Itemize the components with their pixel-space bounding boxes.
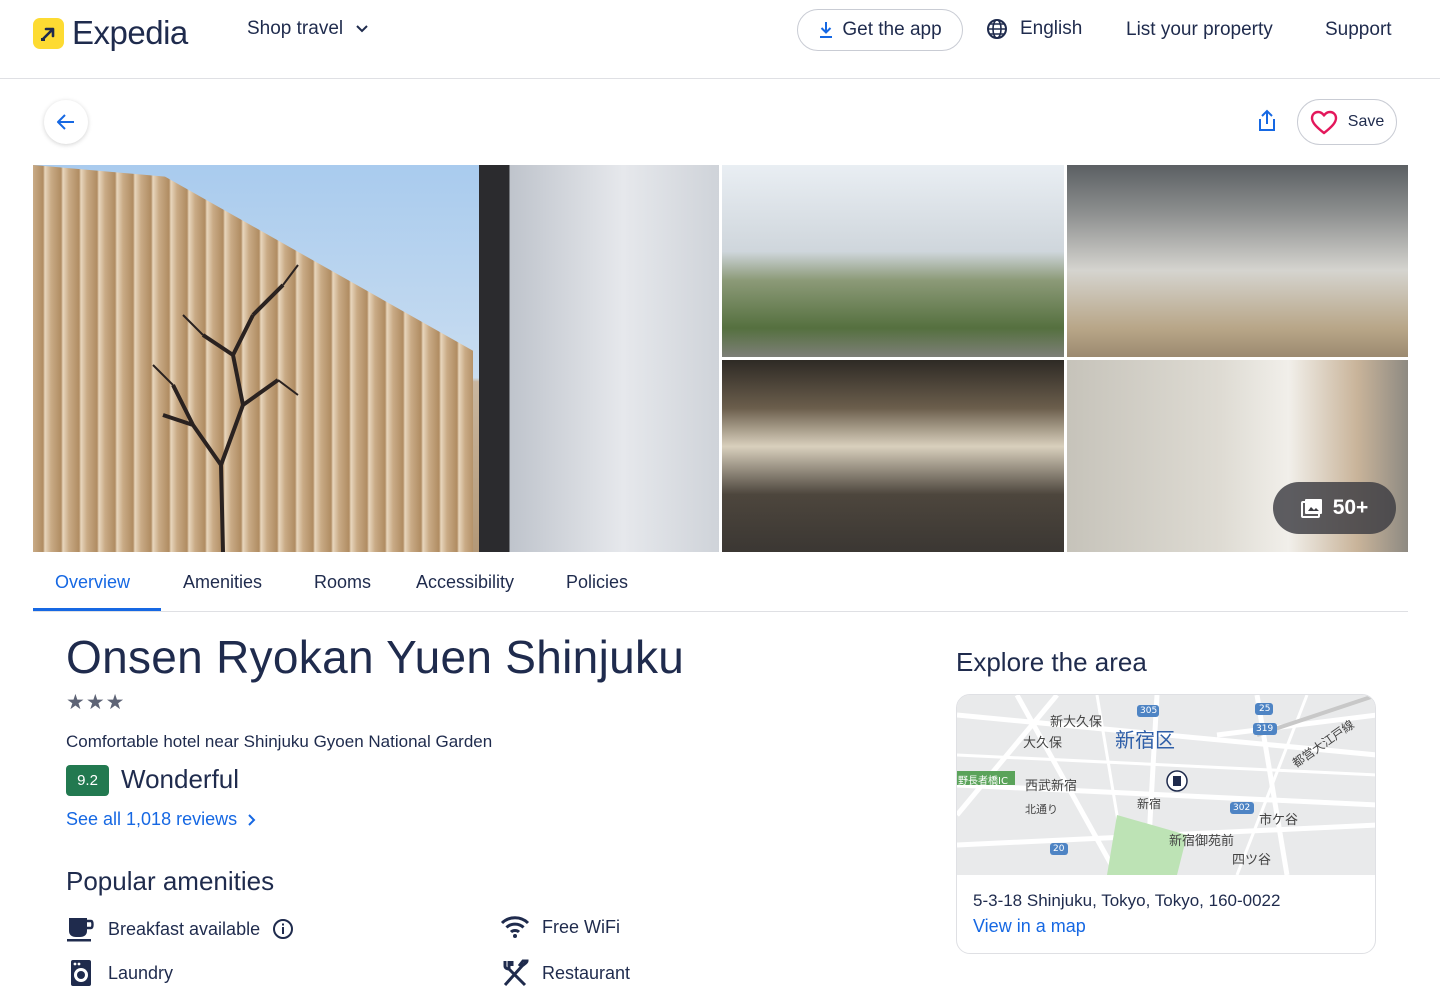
heart-icon — [1310, 110, 1337, 134]
map-label-shinjuku-gyoenmae: 新宿御苑前 — [1169, 834, 1235, 849]
share-icon — [1259, 109, 1275, 131]
hotel-name: Onsen Ryokan Yuen Shinjuku — [66, 631, 685, 683]
back-button[interactable] — [44, 100, 88, 144]
hotel-address: 5-3-18 Shinjuku, Tokyo, Tokyo, 160-0022 — [973, 891, 1281, 910]
popular-amenities-heading: Popular amenities — [66, 866, 275, 896]
map-label-okubo: 大久保 — [1023, 736, 1063, 751]
amenity-label: Free WiFi — [542, 916, 620, 937]
language-label: English — [1020, 18, 1083, 39]
map-label-route-302: 302 — [1233, 803, 1251, 813]
map-label-route-305: 305 — [1140, 706, 1158, 716]
chevron-down-icon — [356, 25, 368, 33]
map-label-shinjuku-ku: 新宿区 — [1115, 728, 1175, 752]
map-label-route-20: 20 — [1053, 844, 1065, 854]
save-button[interactable]: Save — [1297, 99, 1397, 145]
amenity-restaurant: Restaurant — [500, 958, 630, 988]
map-label-seibu-shinjuku: 西武新宿 — [1025, 779, 1078, 794]
map-label-shin-okubo: 新大久保 — [1050, 715, 1103, 730]
view-in-map-link[interactable]: View in a map — [973, 916, 1086, 937]
photo-count: 50+ — [1332, 496, 1369, 519]
map-label-kitadori: 北通り — [1025, 803, 1058, 816]
shop-travel-menu[interactable]: Shop travel — [247, 18, 369, 40]
area-map[interactable]: 新大久保 大久保 新宿区 西武新宿 新宿 新宿御苑前 市ケ谷 四ツ谷 北通り 都… — [957, 695, 1375, 875]
amenity-laundry: Laundry — [66, 958, 173, 988]
hotel-tagline: Comfortable hotel near Shinjuku Gyoen Na… — [66, 732, 493, 751]
expedia-logo-icon — [33, 17, 64, 49]
gallery-icon — [1300, 499, 1322, 518]
coffee-cup-icon — [67, 918, 94, 942]
utensils-icon — [503, 959, 529, 987]
wifi-icon — [500, 916, 530, 938]
map-graphic — [957, 695, 1375, 875]
chevron-right-icon — [248, 813, 256, 826]
amenity-label: Breakfast available — [108, 918, 261, 939]
expedia-logo[interactable]: Expedia — [33, 14, 188, 52]
map-label-route-319: 319 — [1256, 724, 1274, 734]
washing-machine-icon — [71, 960, 91, 986]
amenity-breakfast: Breakfast available — [66, 915, 294, 943]
list-your-property-link[interactable]: List your property — [1126, 19, 1273, 41]
map-label-yotsuya: 四ツ谷 — [1232, 853, 1272, 868]
support-link[interactable]: Support — [1325, 19, 1392, 41]
tab-rooms[interactable]: Rooms — [314, 572, 371, 593]
tab-accessibility[interactable]: Accessibility — [416, 572, 514, 593]
amenity-label: Laundry — [108, 962, 174, 983]
map-label-shinjuku: 新宿 — [1137, 797, 1162, 811]
top-nav: Expedia Shop travel Get the app English … — [0, 0, 1440, 79]
hotel-photo-room[interactable] — [1067, 165, 1408, 357]
explore-area-heading: Explore the area — [956, 647, 1147, 677]
save-label: Save — [1347, 113, 1385, 130]
reviews-link-label: See all 1,018 reviews — [66, 809, 238, 829]
star-rating: ★★★ — [66, 691, 126, 714]
tree-decoration — [152, 264, 299, 552]
map-label-ichigaya: 市ケ谷 — [1259, 813, 1299, 828]
active-tab-indicator — [33, 608, 161, 611]
share-button[interactable] — [1252, 106, 1282, 136]
photo-gallery: 50+ — [33, 165, 1408, 552]
get-app-label: Get the app — [842, 19, 942, 40]
glass-facade-decoration — [479, 165, 719, 552]
brand-name: Expedia — [72, 14, 188, 51]
tab-overview[interactable]: Overview — [55, 572, 130, 593]
tab-amenities[interactable]: Amenities — [183, 572, 262, 593]
see-all-reviews-link[interactable]: See all 1,018 reviews — [66, 809, 256, 830]
view-all-photos-button[interactable]: 50+ — [1273, 482, 1396, 534]
language-selector[interactable]: English — [986, 18, 1082, 40]
arrow-left-icon — [57, 114, 74, 130]
amenity-wifi: Free WiFi — [500, 915, 620, 939]
map-label-nagajabashi-ic: 野長者橋IC — [958, 776, 1008, 787]
hotel-photo-main[interactable] — [33, 165, 719, 552]
guest-rating-badge: 9.2 — [66, 765, 109, 796]
amenity-label: Restaurant — [542, 962, 631, 983]
info-icon[interactable] — [272, 918, 294, 940]
hotel-photo-bathroom[interactable]: 50+ — [1067, 360, 1408, 552]
hotel-photo-lobby[interactable] — [722, 360, 1064, 552]
map-label-route-25: 25 — [1259, 704, 1271, 714]
tab-policies[interactable]: Policies — [566, 572, 628, 593]
map-card: 新大久保 大久保 新宿区 西武新宿 新宿 新宿御苑前 市ケ谷 四ツ谷 北通り 都… — [956, 694, 1376, 954]
globe-icon — [987, 19, 1007, 39]
guest-rating-label: Wonderful — [121, 764, 240, 794]
hotel-photo-exterior[interactable] — [722, 165, 1064, 357]
download-icon — [820, 22, 833, 38]
get-app-button[interactable]: Get the app — [797, 9, 963, 51]
shop-travel-label: Shop travel — [247, 18, 344, 39]
section-tabs: Overview Amenities Rooms Accessibility P… — [33, 558, 1408, 612]
